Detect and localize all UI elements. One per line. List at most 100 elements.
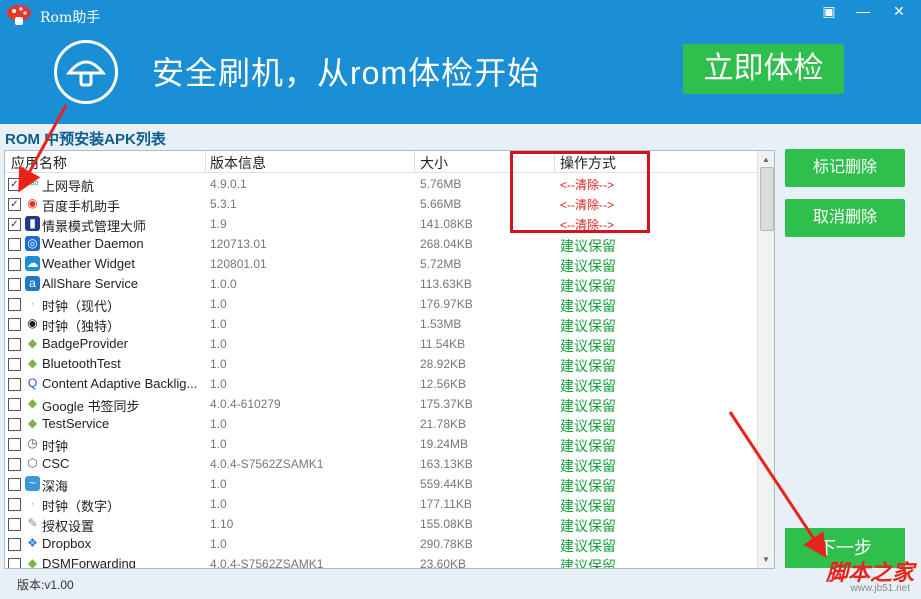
app-name: 时钟 xyxy=(42,439,69,454)
row-checkbox[interactable] xyxy=(8,518,21,531)
row-checkbox[interactable] xyxy=(8,338,21,351)
table-row[interactable]: · 时钟（现代） 1.0 176.97KB 建议保留 xyxy=(5,294,757,314)
column-name-header[interactable]: 应用名称 xyxy=(11,153,67,173)
android-icon: ◆ xyxy=(25,396,40,411)
app-name: CSC xyxy=(42,456,70,471)
table-row[interactable]: Q Content Adaptive Backlig... 1.0 12.56KB 建议… xyxy=(5,374,757,394)
table-row[interactable]: ⬡ CSC 4.0.4-S7562ZSAMK1 163.13KB 建议保留 xyxy=(5,454,757,474)
app-size: 155.08KB xyxy=(420,517,473,531)
app-name: DSMForwarding xyxy=(42,556,136,569)
apk-list: 应用名称 版本信息 大小 操作方式 ✓ hao 上网导航 4.9.0.1 5.76MB <… xyxy=(4,150,775,569)
column-version-header[interactable]: 版本信息 xyxy=(210,153,266,173)
row-checkbox[interactable]: ✓ xyxy=(8,218,21,231)
table-row[interactable]: · 时钟（数字） 1.0 177.11KB 建议保留 xyxy=(5,494,757,514)
app-action: 建议保留 xyxy=(560,458,616,474)
app-action: 建议保留 xyxy=(560,538,616,554)
app-version: 1.10 xyxy=(210,517,234,531)
settings-icon: ✎ xyxy=(25,516,40,531)
table-row[interactable]: ☁ Weather Widget 120801.01 5.72MB 建议保留 xyxy=(5,254,757,274)
app-name: 时钟（数字） xyxy=(42,499,121,514)
row-checkbox[interactable] xyxy=(8,538,21,551)
row-checkbox[interactable] xyxy=(8,258,21,271)
row-checkbox[interactable] xyxy=(8,458,21,471)
minimize-icon[interactable]: — xyxy=(849,0,877,22)
table-row[interactable]: ◎ Weather Daemon 120713.01 268.04KB 建议保留 xyxy=(5,234,757,254)
clock-digital-icon: · xyxy=(25,496,40,511)
app-version: 1.0 xyxy=(210,377,227,391)
app-action: 建议保留 xyxy=(560,418,616,434)
app-size: 113.63KB xyxy=(420,277,472,291)
app-size: 141.08KB xyxy=(420,217,473,231)
table-row[interactable]: ◆ TestService 1.0 21.78KB 建议保留 xyxy=(5,414,757,434)
app-size: 559.44KB xyxy=(420,477,473,491)
android-icon: ◆ xyxy=(25,556,40,568)
app-action: 建议保留 xyxy=(560,518,616,534)
row-checkbox[interactable] xyxy=(8,498,21,511)
table-row[interactable]: ◆ DSMForwarding 4.0.4-S7562ZSAMK1 23.60KB 建议… xyxy=(5,554,757,569)
app-size: 1.53MB xyxy=(420,317,462,331)
row-checkbox[interactable] xyxy=(8,378,21,391)
table-row[interactable]: ◆ BluetoothTest 1.0 28.92KB 建议保留 xyxy=(5,354,757,374)
app-version: 1.0 xyxy=(210,357,227,371)
scroll-up-icon[interactable]: ▲ xyxy=(762,155,770,164)
table-row[interactable]: ◉ 时钟（独特） 1.0 1.53MB 建议保留 xyxy=(5,314,757,334)
android-icon: ◆ xyxy=(25,356,40,371)
row-checkbox[interactable] xyxy=(8,478,21,491)
mushroom-logo-icon xyxy=(7,5,31,25)
check-now-button[interactable]: 立即体检 xyxy=(683,44,844,94)
app-size: 5.76MB xyxy=(420,177,462,191)
table-row[interactable]: ◷ 时钟 1.0 19.24MB 建议保留 xyxy=(5,434,757,454)
column-size-header[interactable]: 大小 xyxy=(420,153,448,173)
app-version: 1.0 xyxy=(210,477,227,491)
app-name: BluetoothTest xyxy=(42,356,121,371)
row-checkbox[interactable] xyxy=(8,298,21,311)
row-checkbox[interactable] xyxy=(8,238,21,251)
table-row[interactable]: ◆ BadgeProvider 1.0 11.54KB 建议保留 xyxy=(5,334,757,354)
app-name: 上网导航 xyxy=(42,179,95,194)
mark-delete-button[interactable]: 标记删除 xyxy=(785,149,905,187)
app-name: Weather Widget xyxy=(42,256,135,271)
scroll-down-icon[interactable]: ▼ xyxy=(762,555,770,564)
row-checkbox[interactable] xyxy=(8,318,21,331)
row-checkbox[interactable]: ✓ xyxy=(8,198,21,211)
baidu-assistant-icon: ◉ xyxy=(25,196,40,211)
app-name: Dropbox xyxy=(42,536,92,551)
table-row[interactable]: a AllShare Service 1.0.0 113.63KB 建议保留 xyxy=(5,274,757,294)
android-icon: ◆ xyxy=(25,416,40,431)
row-checkbox[interactable] xyxy=(8,438,21,451)
row-checkbox[interactable] xyxy=(8,418,21,431)
row-checkbox[interactable]: ✓ xyxy=(8,178,21,191)
restore-icon[interactable]: ▣ xyxy=(815,0,843,22)
app-action: 建议保留 xyxy=(560,358,616,374)
app-version: 1.0 xyxy=(210,297,227,311)
row-checkbox[interactable] xyxy=(8,278,21,291)
app-action: 建议保留 xyxy=(560,298,616,314)
app-size: 5.72MB xyxy=(420,257,462,271)
row-checkbox[interactable] xyxy=(8,398,21,411)
app-name: BadgeProvider xyxy=(42,336,128,351)
table-row[interactable]: ✎ 授权设置 1.10 155.08KB 建议保留 xyxy=(5,514,757,534)
app-version: 1.0 xyxy=(210,497,227,511)
app-version: 4.0.4-S7562ZSAMK1 xyxy=(210,557,324,569)
app-version: 1.0 xyxy=(210,537,227,551)
cancel-delete-button[interactable]: 取消删除 xyxy=(785,199,905,237)
table-row[interactable]: ❖ Dropbox 1.0 290.78KB 建议保留 xyxy=(5,534,757,554)
table-row[interactable]: ~ 深海 1.0 559.44KB 建议保留 xyxy=(5,474,757,494)
scroll-thumb[interactable] xyxy=(760,167,774,231)
weather-widget-icon: ☁ xyxy=(25,256,40,271)
app-version: 4.0.4-610279 xyxy=(210,397,281,411)
backlight-icon: Q xyxy=(25,376,40,391)
app-name: AllShare Service xyxy=(42,276,139,291)
vertical-scrollbar[interactable]: ▲ ▼ xyxy=(757,151,774,568)
row-checkbox[interactable] xyxy=(8,558,21,568)
close-icon[interactable]: ✕ xyxy=(882,0,916,22)
app-version: 1.0 xyxy=(210,337,227,351)
app-version: 120801.01 xyxy=(210,257,267,271)
table-row[interactable]: ◆ Google 书签同步 4.0.4-610279 175.37KB 建议保留 xyxy=(5,394,757,414)
android-icon: ◆ xyxy=(25,336,40,351)
watermark-url: www.jb51.net xyxy=(850,583,910,594)
row-checkbox[interactable] xyxy=(8,358,21,371)
app-version: 5.3.1 xyxy=(210,197,237,211)
app-size: 177.11KB xyxy=(420,497,472,511)
app-version: 1.0 xyxy=(210,317,227,331)
